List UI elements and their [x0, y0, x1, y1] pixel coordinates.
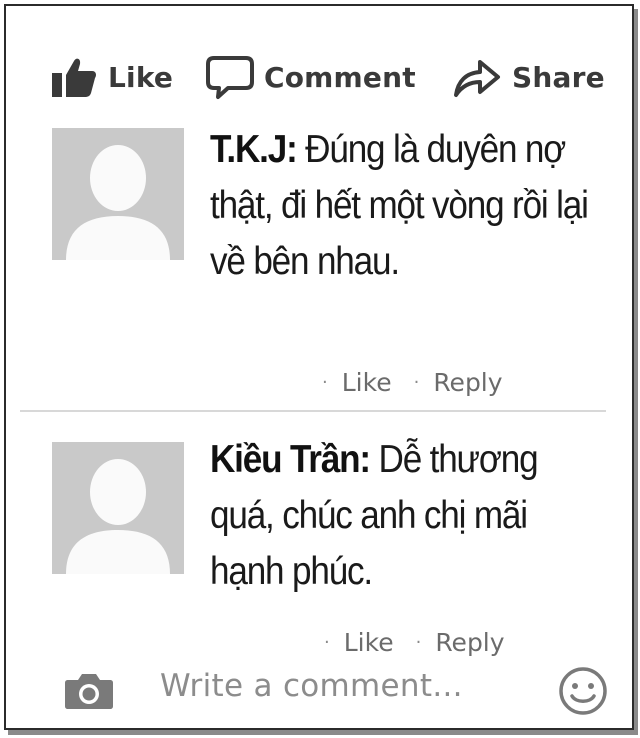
share-action-label: Share: [512, 60, 605, 94]
like-action-button[interactable]: Like: [50, 50, 173, 104]
like-action-label: Like: [108, 60, 174, 94]
default-avatar-icon: [52, 128, 184, 260]
share-action-button[interactable]: Share: [452, 50, 605, 104]
separator-dot: ·: [413, 372, 420, 393]
smiley-icon[interactable]: [558, 666, 608, 721]
comment-body: Kiều Trần: Dễ thương quá, chúc anh chị m…: [210, 432, 597, 600]
comment-actions: · Like · Reply: [324, 628, 505, 657]
comment-input[interactable]: [160, 668, 540, 704]
comment-card: Like Comment Share T.K.J: Đúng là duyên …: [4, 4, 634, 730]
comment-action-button[interactable]: Comment: [206, 50, 416, 104]
comment-author[interactable]: Kiều Trần:: [210, 438, 371, 481]
default-avatar-icon: [52, 442, 184, 574]
comment-item: Kiều Trần: Dễ thương quá, chúc anh chị m…: [6, 430, 632, 662]
speech-bubble-icon: [206, 54, 254, 100]
comment-action-label: Comment: [264, 60, 416, 94]
comment-divider: [20, 410, 606, 412]
separator-dot: ·: [322, 372, 328, 393]
action-bar: Like Comment Share: [6, 50, 632, 104]
comment-like-link[interactable]: Like: [342, 368, 392, 397]
comment-actions: · Like · Reply: [322, 368, 503, 397]
comment-reply-link[interactable]: Reply: [435, 628, 504, 657]
separator-dot: ·: [324, 632, 330, 653]
comment-like-link[interactable]: Like: [344, 628, 394, 657]
share-arrow-icon: [452, 55, 502, 99]
avatar[interactable]: [52, 442, 184, 574]
camera-icon[interactable]: [64, 670, 114, 715]
comment-body: T.K.J: Đúng là duyên nợ thật, đi hết một…: [210, 122, 589, 290]
comment-reply-link[interactable]: Reply: [433, 368, 502, 397]
separator-dot: ·: [415, 632, 422, 653]
comment-composer: [6, 658, 632, 722]
comment-item: T.K.J: Đúng là duyên nợ thật, đi hết một…: [6, 118, 632, 402]
comment-author[interactable]: T.K.J:: [210, 128, 298, 171]
thumbs-up-icon: [50, 55, 98, 99]
avatar[interactable]: [52, 128, 184, 260]
